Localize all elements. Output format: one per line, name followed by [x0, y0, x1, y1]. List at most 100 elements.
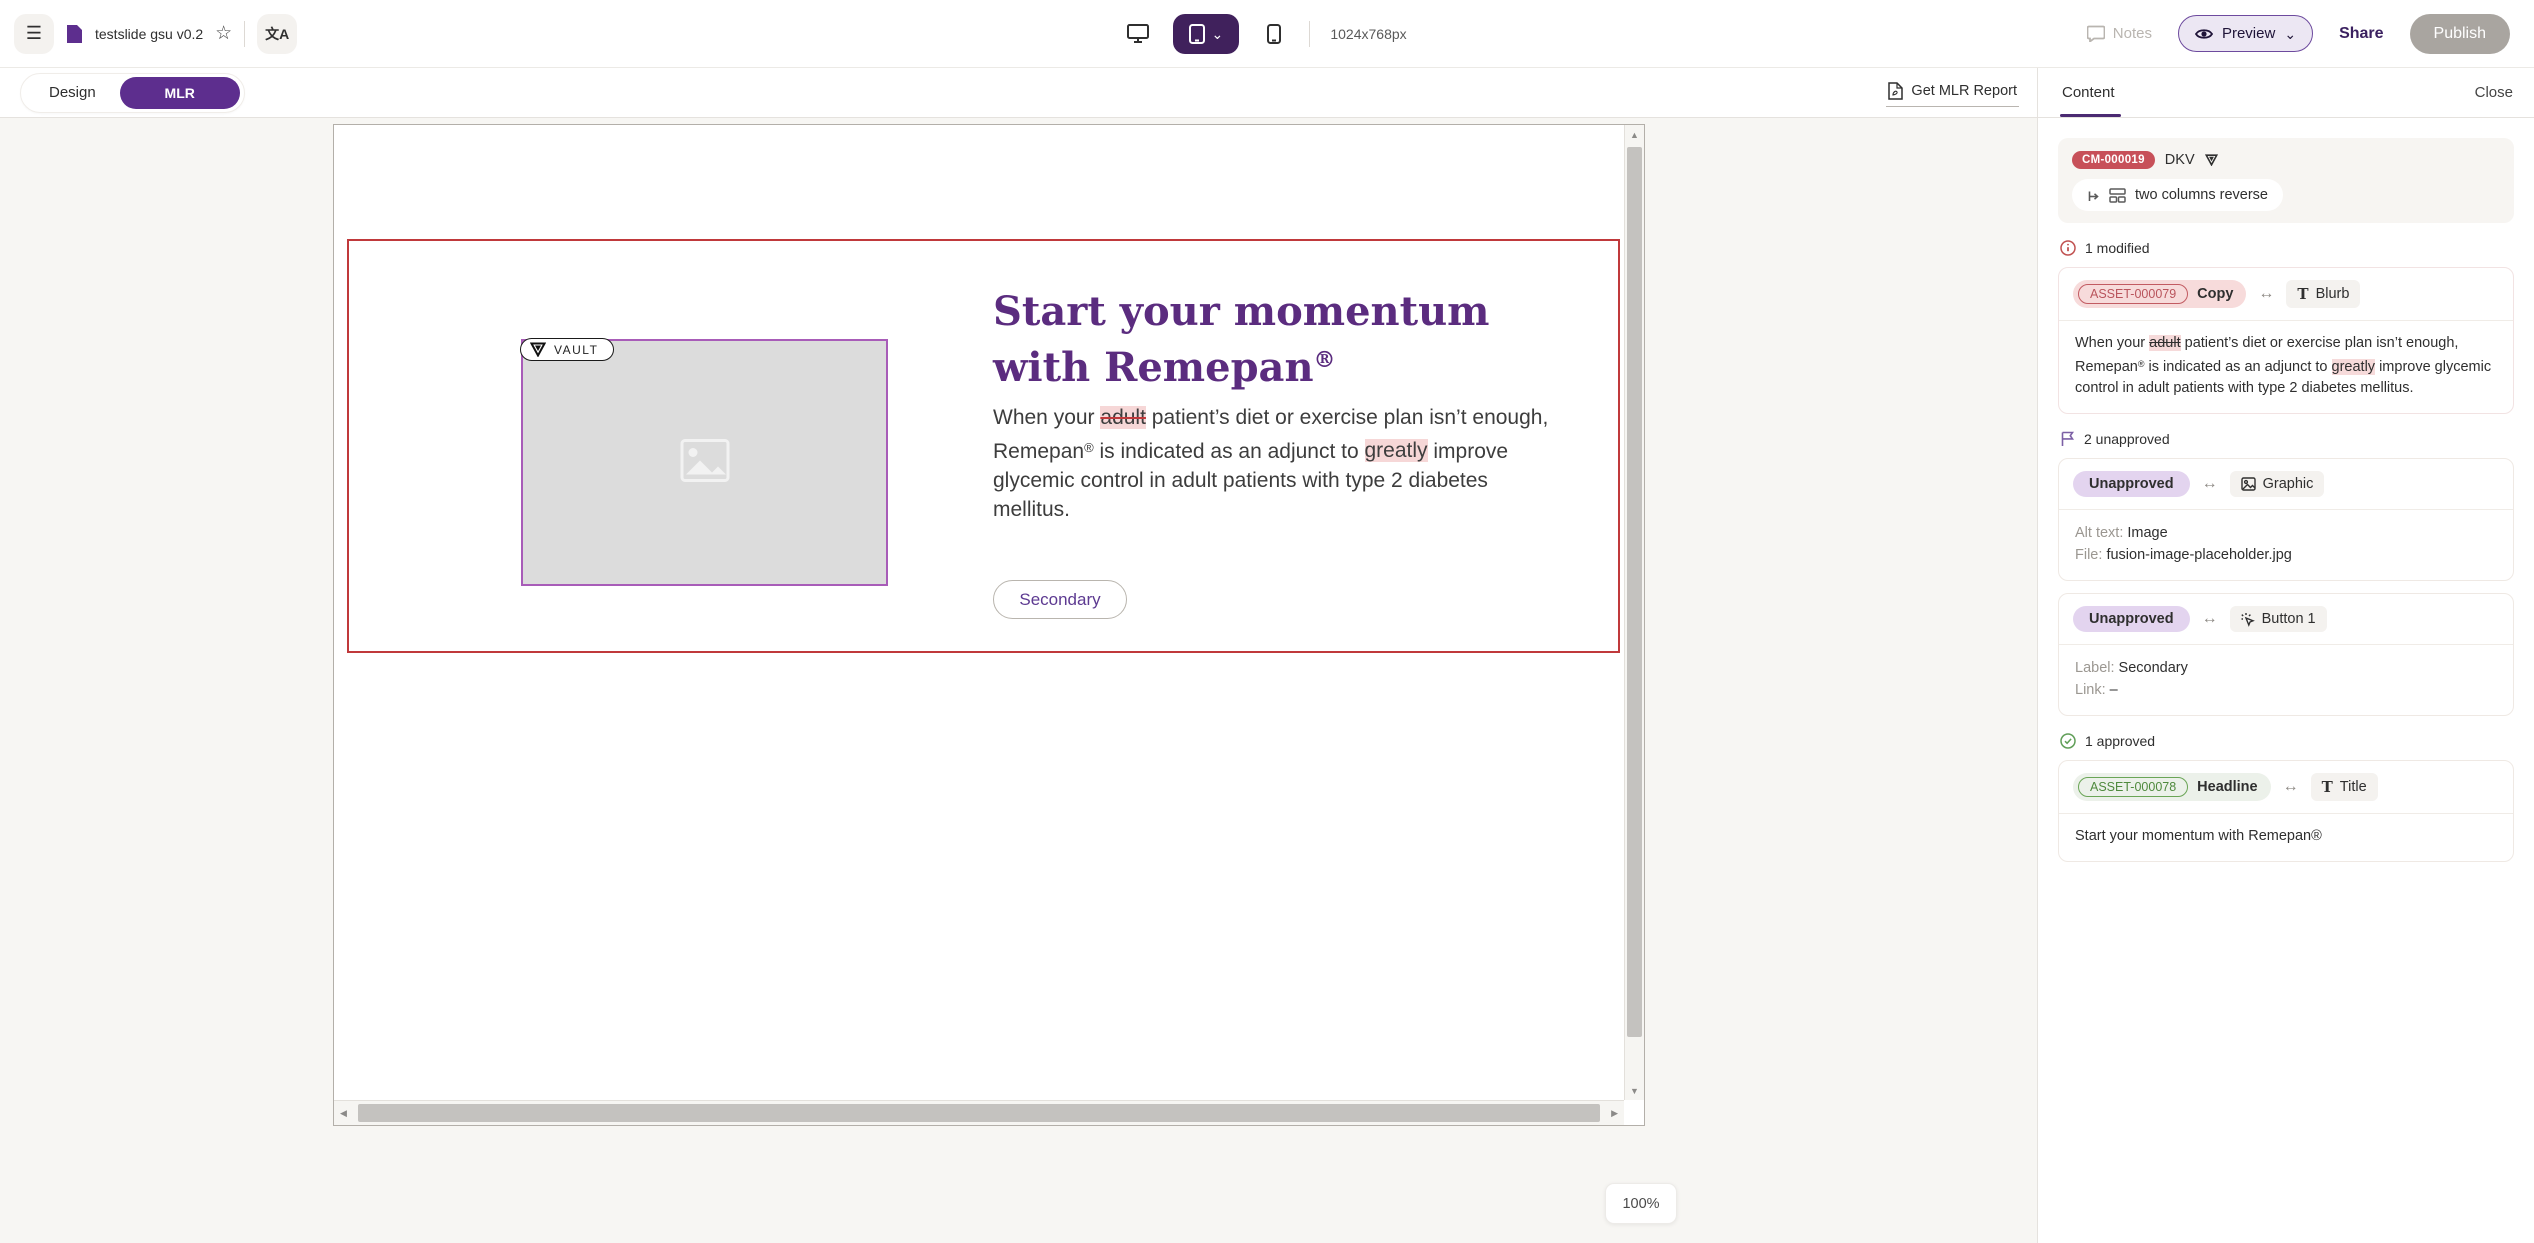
tablet-icon [1189, 24, 1205, 44]
publish-button[interactable]: Publish [2410, 14, 2510, 54]
preview-button[interactable]: Preview ⌄ [2178, 15, 2313, 52]
hamburger-icon: ☰ [26, 23, 42, 44]
desktop-device-button[interactable] [1117, 14, 1159, 54]
phone-icon [1267, 24, 1281, 44]
module-card: CM-000019 DKV two columns reverse [2058, 138, 2514, 223]
vertical-scrollbar[interactable]: ▲ ▼ [1624, 125, 1644, 1100]
mapping-arrow-icon: ↔ [2202, 610, 2218, 628]
notes-toggle[interactable]: Notes [2087, 25, 2152, 42]
notes-label: Notes [2113, 25, 2152, 42]
share-button[interactable]: Share [2339, 25, 2383, 43]
mapping-arrow-icon: ↔ [2202, 475, 2218, 493]
layout-selector[interactable]: two columns reverse [2072, 179, 2283, 211]
divider [244, 21, 245, 47]
tab-mlr[interactable]: MLR [120, 77, 240, 109]
pdf-file-icon [1888, 82, 1903, 100]
monitor-icon [1127, 24, 1149, 43]
target-label: Blurb [2316, 286, 2350, 302]
check-circle-icon [2060, 733, 2076, 749]
chevron-down-icon: ⌄ [2284, 30, 2296, 38]
preview-label: Preview [2222, 25, 2275, 42]
asset-tag: ASSET-000078 Headline [2073, 773, 2271, 801]
hamburger-menu-button[interactable]: ☰ [14, 14, 54, 54]
approved-text: Start your momentum with Remepan® [2059, 814, 2513, 861]
content-review-panel: Content Close CM-000019 DKV [2037, 68, 2534, 1243]
canvas-area: VAULT Start your momentum with Remepan® … [0, 118, 2037, 1243]
modified-section-header: 1 modified [2060, 240, 2514, 256]
chevron-down-icon: ⌄ [1211, 30, 1223, 38]
modified-diff-text: When your adult patient’s diet or exerci… [2059, 321, 2513, 413]
document-icon [66, 24, 83, 44]
vault-badge-label: VAULT [554, 343, 598, 357]
module-name: DKV [2165, 152, 2195, 168]
mapping-arrow-icon: ↔ [2283, 778, 2299, 796]
approved-section-header: 1 approved [2060, 733, 2514, 749]
modified-asset-card[interactable]: ASSET-000079 Copy ↔ T Blurb When your ad… [2058, 267, 2514, 414]
vault-logo-icon [2205, 154, 2218, 166]
scroll-down-icon[interactable]: ▼ [1630, 1086, 1639, 1096]
vault-logo-icon [530, 342, 546, 357]
mode-switcher: Design MLR [20, 73, 245, 113]
image-glyph-icon [680, 438, 730, 487]
editor-toolbar: Design MLR Get MLR Report [0, 68, 2037, 118]
horizontal-scroll-thumb[interactable] [358, 1104, 1600, 1122]
document-title: testslide gsu v0.2 [95, 26, 203, 42]
panel-header: Content Close [2038, 68, 2534, 118]
horizontal-scrollbar[interactable]: ◀ ▶ [334, 1100, 1624, 1125]
unapproved-count: 2 unapproved [2084, 431, 2170, 447]
target-label: Button 1 [2262, 611, 2316, 627]
vertical-scroll-thumb[interactable] [1627, 147, 1642, 1037]
target-chip: Graphic [2230, 471, 2325, 497]
modified-count: 1 modified [2085, 240, 2150, 256]
info-icon [2060, 240, 2076, 256]
label-field: Label: Secondary [2075, 657, 2497, 679]
slide-body-copy[interactable]: When your adult patient’s diet or exerci… [993, 403, 1558, 525]
unapproved-graphic-card[interactable]: Unapproved ↔ Graphic Alt text: Image Fil… [2058, 458, 2514, 581]
asset-name: Copy [2197, 286, 2233, 302]
text-icon: T [2322, 778, 2333, 796]
approved-count: 1 approved [2085, 733, 2155, 749]
phone-device-button[interactable] [1253, 14, 1295, 54]
layout-name: two columns reverse [2135, 187, 2268, 203]
artboard-frame: VAULT Start your momentum with Remepan® … [333, 124, 1645, 1126]
registered-mark: ® [1314, 347, 1336, 373]
slide-headline[interactable]: Start your momentum with Remepan® [993, 287, 1538, 392]
module-id-badge: CM-000019 [2072, 151, 2155, 169]
notes-icon [2087, 25, 2105, 42]
image-icon [2241, 477, 2256, 491]
close-panel-button[interactable]: Close [2475, 84, 2513, 101]
favorite-star-icon[interactable]: ☆ [215, 22, 232, 45]
asset-name: Headline [2197, 779, 2257, 795]
file-field: File: fusion-image-placeholder.jpg [2075, 544, 2497, 566]
get-mlr-report-button[interactable]: Get MLR Report [1886, 78, 2019, 107]
nested-arrow-icon [2087, 189, 2100, 202]
alt-text-field: Alt text: Image [2075, 522, 2497, 544]
target-chip: Button 1 [2230, 606, 2327, 632]
tab-content[interactable]: Content [2062, 68, 2115, 117]
translate-button[interactable]: 文A [257, 14, 297, 54]
status-badge: Unapproved [2073, 606, 2190, 632]
asset-tag: ASSET-000079 Copy [2073, 280, 2246, 308]
tablet-device-button[interactable]: ⌄ [1173, 14, 1239, 54]
scroll-up-icon[interactable]: ▲ [1630, 130, 1639, 140]
unapproved-button-card[interactable]: Unapproved ↔ Button 1 Label: Secondary L… [2058, 593, 2514, 716]
scroll-left-icon[interactable]: ◀ [340, 1108, 347, 1119]
approved-headline-card[interactable]: ASSET-000078 Headline ↔ T Title Start yo… [2058, 760, 2514, 862]
target-chip: T Title [2311, 773, 2378, 801]
app-header: ☰ testslide gsu v0.2 ☆ 文A ⌄ 1024x768px [0, 0, 2534, 68]
two-columns-icon [2109, 188, 2126, 203]
target-label: Title [2340, 779, 2367, 795]
flag-icon [2060, 431, 2075, 447]
image-placeholder[interactable]: VAULT [521, 339, 888, 586]
tab-design[interactable]: Design [25, 84, 120, 101]
vault-source-badge[interactable]: VAULT [520, 338, 614, 361]
unapproved-section-header: 2 unapproved [2060, 431, 2514, 447]
divider [1309, 21, 1310, 47]
slide-secondary-button[interactable]: Secondary [993, 580, 1127, 619]
scroll-right-icon[interactable]: ▶ [1611, 1108, 1618, 1119]
zoom-level-indicator[interactable]: 100% [1605, 1183, 1677, 1224]
get-mlr-report-label: Get MLR Report [1911, 83, 2017, 99]
translate-icon: 文A [265, 24, 289, 44]
asset-id-badge: ASSET-000079 [2078, 284, 2188, 304]
mlr-flagged-section[interactable]: VAULT Start your momentum with Remepan® … [347, 239, 1620, 653]
